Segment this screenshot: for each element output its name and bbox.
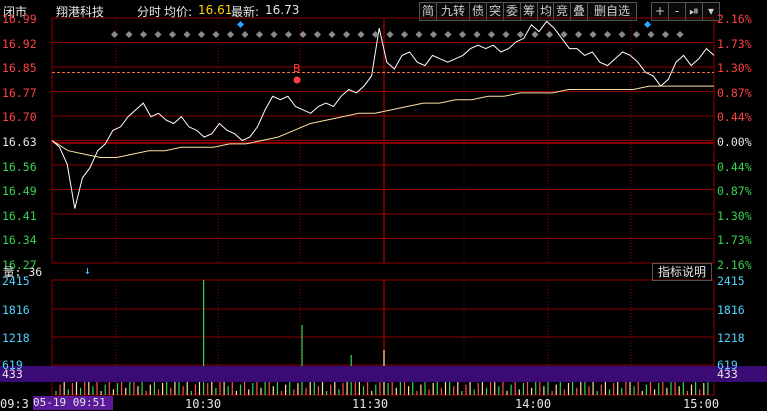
volume-tick-right: 433: [717, 367, 738, 381]
avg-price-line: [51, 85, 714, 158]
percent-tick-right: 0.87%: [717, 85, 752, 100]
signal-marker: [618, 30, 626, 39]
signal-marker: [226, 30, 235, 39]
volume-tick-left: 1816: [2, 303, 30, 317]
signal-marker: [139, 30, 148, 39]
percent-tick-right: 1.73%: [717, 36, 752, 51]
percent-tick-right: 0.00%: [717, 135, 752, 149]
price-tick-left: 16.92: [2, 36, 37, 51]
signal-marker: [574, 30, 583, 39]
price-tick-left: 16.34: [2, 233, 37, 248]
signal-marker: [458, 30, 467, 39]
signal-marker: [299, 30, 307, 39]
signal-marker: [284, 30, 293, 39]
signal-marker: [560, 30, 568, 39]
price-tick-left: 16.77: [2, 85, 37, 100]
percent-tick-right: 2.16%: [717, 258, 752, 272]
signal-marker: [415, 30, 423, 39]
percent-tick-right: 1.30%: [717, 208, 752, 223]
signal-marker: [589, 30, 597, 39]
signal-marker: [473, 30, 481, 39]
signal-marker: [545, 30, 554, 39]
signal-marker: [444, 30, 452, 39]
price-tick-left: 16.70: [2, 110, 37, 125]
time-tick: 11:30: [352, 397, 389, 411]
volume-tick-left: 433: [2, 367, 23, 381]
buy-signal-label: B: [293, 62, 301, 75]
signal-marker: [183, 30, 191, 39]
signal-marker: [647, 30, 655, 39]
volume-tick-left: 2415: [2, 274, 30, 288]
signal-marker: [241, 30, 249, 39]
signal-marker: [255, 30, 264, 39]
signal-marker: [400, 30, 409, 39]
date-label: 05-19 09:51: [33, 396, 106, 409]
indicator-help-label: 指标说明: [657, 265, 706, 279]
price-tick-left: 16.56: [2, 159, 37, 174]
signal-marker: [487, 30, 496, 39]
signal-marker: [168, 30, 177, 39]
percent-tick-right: 0.44%: [717, 110, 752, 125]
percent-tick-right: 0.87%: [717, 184, 752, 199]
volume-tick-right: 1218: [717, 331, 745, 345]
time-start: 09:3: [0, 397, 29, 411]
signal-marker-blue: [643, 20, 652, 29]
percent-tick-right: 2.16%: [717, 12, 752, 26]
volume-tick-right: 1816: [717, 303, 745, 317]
intraday-chart: B: [51, 17, 715, 396]
price-tick-left: 16.85: [2, 61, 37, 76]
arrow-down-icon: ↓: [84, 263, 91, 277]
signal-marker: [632, 30, 641, 39]
signal-marker: [110, 30, 119, 39]
signal-marker: [603, 30, 612, 39]
price-line: [51, 20, 715, 209]
signal-marker: [357, 30, 365, 39]
signal-marker-blue: [236, 20, 245, 29]
time-tick: 15:00: [683, 397, 720, 411]
volume-tick-left: 1218: [2, 331, 30, 345]
signal-marker: [429, 30, 438, 39]
volume-tick-right: 2415: [717, 274, 745, 288]
date-badge: 05-19 09:51: [33, 396, 113, 410]
time-tick: 14:00: [515, 397, 552, 411]
current-volume-bar: [0, 366, 767, 382]
price-tick-left: 16.41: [2, 208, 37, 223]
signal-marker: [386, 30, 394, 39]
signal-marker: [516, 30, 525, 39]
signal-marker: [328, 30, 336, 39]
signal-marker: [313, 30, 322, 39]
percent-tick-right: 0.44%: [717, 159, 752, 174]
signal-marker: [502, 30, 510, 39]
price-tick-left: 16.49: [2, 184, 37, 199]
signal-marker: [676, 30, 684, 39]
percent-tick-right: 1.73%: [717, 233, 752, 248]
indicator-help-button[interactable]: 指标说明: [652, 263, 712, 281]
signal-marker: [125, 30, 133, 39]
time-tick: 10:30: [185, 397, 222, 411]
price-tick-left: 16.63: [2, 135, 37, 149]
signal-marker: [661, 30, 670, 39]
price-tick-left: 16.99: [2, 12, 37, 26]
buy-signal-dot: [293, 76, 301, 84]
signal-marker: [270, 30, 278, 39]
percent-tick-right: 1.30%: [717, 61, 752, 76]
signal-marker: [154, 30, 162, 39]
signal-marker: [342, 30, 351, 39]
signal-marker: [197, 30, 206, 39]
signal-marker: [531, 30, 539, 39]
